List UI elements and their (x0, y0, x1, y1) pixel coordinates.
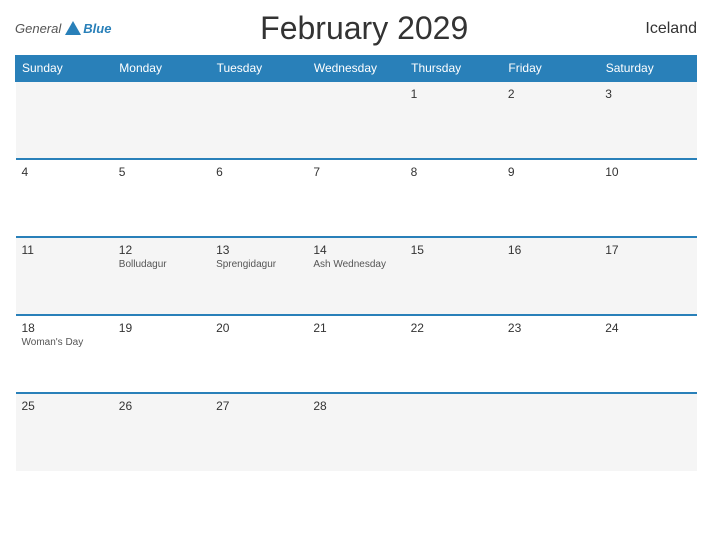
calendar-title: February 2029 (111, 10, 617, 47)
weekday-header-row: SundayMondayTuesdayWednesdayThursdayFrid… (16, 56, 697, 82)
calendar-day-cell: 26 (113, 393, 210, 471)
calendar-day-cell: 1 (405, 81, 502, 159)
weekday-header: Friday (502, 56, 599, 82)
calendar-day-cell: 11 (16, 237, 113, 315)
weekday-header: Tuesday (210, 56, 307, 82)
day-number: 20 (216, 321, 301, 335)
calendar-day-cell: 13 Sprengidagur (210, 237, 307, 315)
day-number: 26 (119, 399, 204, 413)
day-number: 16 (508, 243, 593, 257)
calendar-day-cell: 25 (16, 393, 113, 471)
calendar-day-cell: 9 (502, 159, 599, 237)
calendar-day-cell: 10 (599, 159, 696, 237)
day-number: 7 (313, 165, 398, 179)
day-number: 6 (216, 165, 301, 179)
calendar-day-cell (502, 393, 599, 471)
day-number: 27 (216, 399, 301, 413)
calendar-day-cell: 6 (210, 159, 307, 237)
calendar-day-cell: 5 (113, 159, 210, 237)
day-number: 12 (119, 243, 204, 257)
calendar-day-cell (599, 393, 696, 471)
weekday-header: Wednesday (307, 56, 404, 82)
calendar-day-cell: 4 (16, 159, 113, 237)
calendar-day-cell (405, 393, 502, 471)
calendar-day-cell: 12 Bolludagur (113, 237, 210, 315)
day-number: 14 (313, 243, 398, 257)
event-label: Ash Wednesday (313, 259, 398, 270)
day-number: 18 (22, 321, 107, 335)
calendar-header: General Blue February 2029 Iceland (15, 10, 697, 47)
calendar-day-cell (210, 81, 307, 159)
calendar-day-cell: 8 (405, 159, 502, 237)
weekday-header: Saturday (599, 56, 696, 82)
calendar-week-row: 123 (16, 81, 697, 159)
day-number: 8 (411, 165, 496, 179)
logo-blue: Blue (83, 21, 111, 36)
calendar-table: SundayMondayTuesdayWednesdayThursdayFrid… (15, 55, 697, 471)
event-label: Bolludagur (119, 259, 204, 270)
calendar-day-cell: 2 (502, 81, 599, 159)
calendar-container: General Blue February 2029 Iceland Sunda… (0, 0, 712, 550)
calendar-country: Iceland (617, 20, 697, 38)
calendar-week-row: 456789 10 (16, 159, 697, 237)
day-number: 1 (411, 87, 496, 101)
day-number: 4 (22, 165, 107, 179)
day-number: 3 (605, 87, 690, 101)
day-number: 25 (22, 399, 107, 413)
logo: General Blue (15, 19, 111, 39)
calendar-day-cell: 7 (307, 159, 404, 237)
day-number: 13 (216, 243, 301, 257)
logo-icon (63, 19, 83, 39)
day-number: 2 (508, 87, 593, 101)
calendar-day-cell: 14 Ash Wednesday (307, 237, 404, 315)
calendar-day-cell (16, 81, 113, 159)
weekday-header: Sunday (16, 56, 113, 82)
day-number: 24 (605, 321, 690, 335)
calendar-day-cell: 23 (502, 315, 599, 393)
calendar-day-cell: 3 (599, 81, 696, 159)
day-number: 22 (411, 321, 496, 335)
calendar-week-row: 18 Woman's Day 19 20 21 22 23 24 (16, 315, 697, 393)
calendar-day-cell: 21 (307, 315, 404, 393)
event-label: Sprengidagur (216, 259, 301, 270)
calendar-day-cell: 22 (405, 315, 502, 393)
day-number: 15 (411, 243, 496, 257)
day-number: 9 (508, 165, 593, 179)
logo-general: General (15, 21, 61, 36)
day-number: 10 (605, 165, 690, 179)
day-number: 17 (605, 243, 690, 257)
calendar-week-row: 11 12 Bolludagur 13 Sprengidagur 14 Ash Wednes… (16, 237, 697, 315)
day-number: 5 (119, 165, 204, 179)
calendar-day-cell: 20 (210, 315, 307, 393)
day-number: 28 (313, 399, 398, 413)
calendar-day-cell: 16 (502, 237, 599, 315)
calendar-day-cell (113, 81, 210, 159)
calendar-day-cell (307, 81, 404, 159)
event-label: Woman's Day (22, 337, 107, 348)
weekday-header: Thursday (405, 56, 502, 82)
calendar-day-cell: 28 (307, 393, 404, 471)
calendar-day-cell: 19 (113, 315, 210, 393)
day-number: 11 (22, 243, 107, 257)
day-number: 21 (313, 321, 398, 335)
day-number: 23 (508, 321, 593, 335)
calendar-week-row: 25 26 27 28 (16, 393, 697, 471)
day-number: 19 (119, 321, 204, 335)
calendar-day-cell: 15 (405, 237, 502, 315)
calendar-day-cell: 27 (210, 393, 307, 471)
calendar-day-cell: 17 (599, 237, 696, 315)
calendar-day-cell: 18 Woman's Day (16, 315, 113, 393)
calendar-day-cell: 24 (599, 315, 696, 393)
weekday-header: Monday (113, 56, 210, 82)
